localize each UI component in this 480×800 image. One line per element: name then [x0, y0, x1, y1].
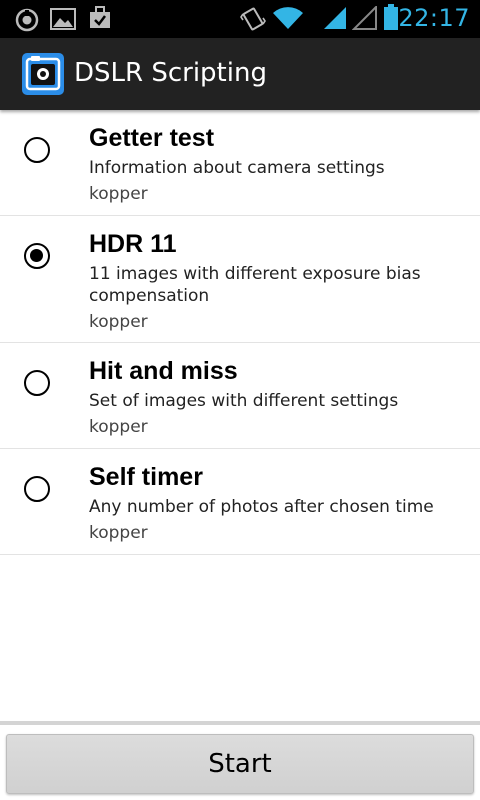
script-list: Getter test Information about camera set… — [0, 110, 480, 555]
no-signal-icon — [352, 6, 377, 30]
item-description: Set of images with different settings — [89, 391, 399, 411]
headset-notification-icon — [15, 8, 39, 32]
clock: 22:17 — [398, 4, 470, 32]
radio-button[interactable] — [24, 476, 50, 502]
screen: 22:17 DSLR Scripting Getter test Informa… — [0, 0, 480, 800]
app-title: DSLR Scripting — [74, 58, 267, 88]
item-title: Self timer — [89, 463, 203, 491]
task-notification-icon — [90, 6, 110, 28]
status-bar: 22:17 — [0, 0, 480, 38]
item-author: kopper — [89, 417, 148, 437]
item-author: kopper — [89, 312, 148, 332]
gallery-notification-icon — [50, 8, 76, 30]
list-item-text: Hit and miss Set of images with differen… — [89, 356, 460, 438]
item-author: kopper — [89, 523, 148, 543]
item-author: kopper — [89, 184, 148, 204]
radio-button-selected[interactable] — [24, 243, 50, 269]
list-item-getter-test[interactable]: Getter test Information about camera set… — [0, 110, 480, 216]
item-description: 11 images with different exposure bias c… — [89, 264, 421, 306]
wifi-icon — [273, 7, 303, 29]
action-bar: DSLR Scripting — [0, 38, 480, 110]
start-button[interactable]: Start — [6, 734, 474, 794]
item-title: HDR 11 — [89, 230, 177, 258]
item-description: Any number of photos after chosen time — [89, 497, 434, 517]
list-item-hdr-11[interactable]: HDR 11 11 images with different exposure… — [0, 216, 480, 343]
camera-app-icon[interactable] — [22, 53, 64, 95]
item-title: Getter test — [89, 124, 215, 152]
list-item-self-timer[interactable]: Self timer Any number of photos after ch… — [0, 449, 480, 555]
battery-icon — [384, 4, 398, 30]
signal-icon — [324, 7, 346, 29]
list-item-text: Self timer Any number of photos after ch… — [89, 462, 460, 544]
item-description: Information about camera settings — [89, 158, 385, 178]
bottom-divider — [0, 721, 480, 725]
radio-button[interactable] — [24, 370, 50, 396]
radio-button[interactable] — [24, 137, 50, 163]
list-item-text: Getter test Information about camera set… — [89, 123, 460, 205]
item-title: Hit and miss — [89, 357, 238, 385]
list-item-hit-and-miss[interactable]: Hit and miss Set of images with differen… — [0, 343, 480, 449]
vibrate-icon — [240, 7, 266, 31]
list-item-text: HDR 11 11 images with different exposure… — [89, 229, 460, 333]
